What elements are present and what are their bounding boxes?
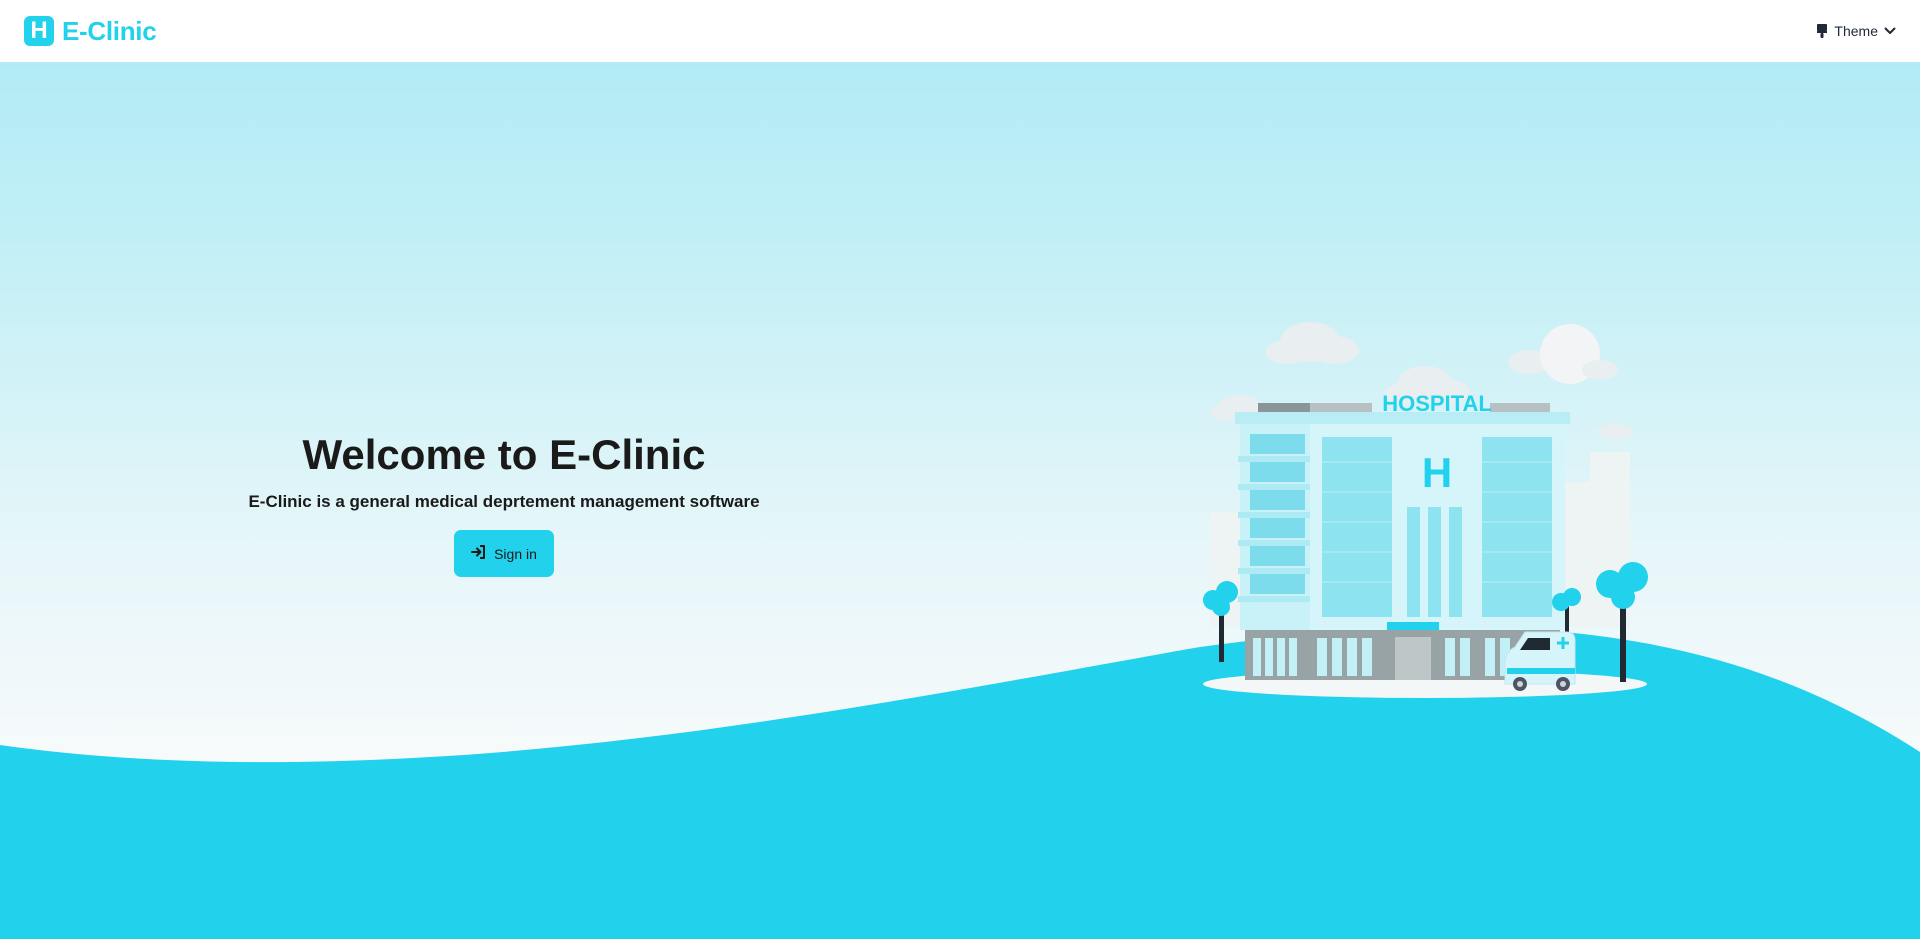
page-title: Welcome to E-Clinic bbox=[302, 431, 706, 478]
theme-label: Theme bbox=[1834, 23, 1878, 39]
brand-logo-link[interactable]: H E-Clinic bbox=[24, 15, 157, 47]
chevron-down-icon bbox=[1884, 26, 1896, 36]
top-navbar: H E-Clinic Theme bbox=[0, 0, 1920, 62]
hero-subtitle: E-Clinic is a general medical deprtement… bbox=[248, 492, 760, 512]
sign-in-icon bbox=[471, 545, 486, 562]
sign-in-button[interactable]: Sign in bbox=[454, 530, 554, 578]
theme-dropdown-button[interactable]: Theme bbox=[1816, 23, 1896, 39]
hero-section: Welcome to E-Clinic E-Clinic is a genera… bbox=[0, 62, 1920, 939]
brand-name: E-Clinic bbox=[62, 15, 157, 46]
hero-content: Welcome to E-Clinic E-Clinic is a genera… bbox=[246, 431, 762, 578]
building-h-letter: H bbox=[1422, 449, 1452, 496]
sign-in-label: Sign in bbox=[494, 545, 537, 562]
hospital-sign: HOSPITAL bbox=[1382, 391, 1492, 416]
hospital-illustration: HOSPITAL H bbox=[1203, 322, 1648, 698]
hospital-logo-icon: H bbox=[24, 16, 54, 46]
theme-palette-icon bbox=[1816, 24, 1828, 38]
